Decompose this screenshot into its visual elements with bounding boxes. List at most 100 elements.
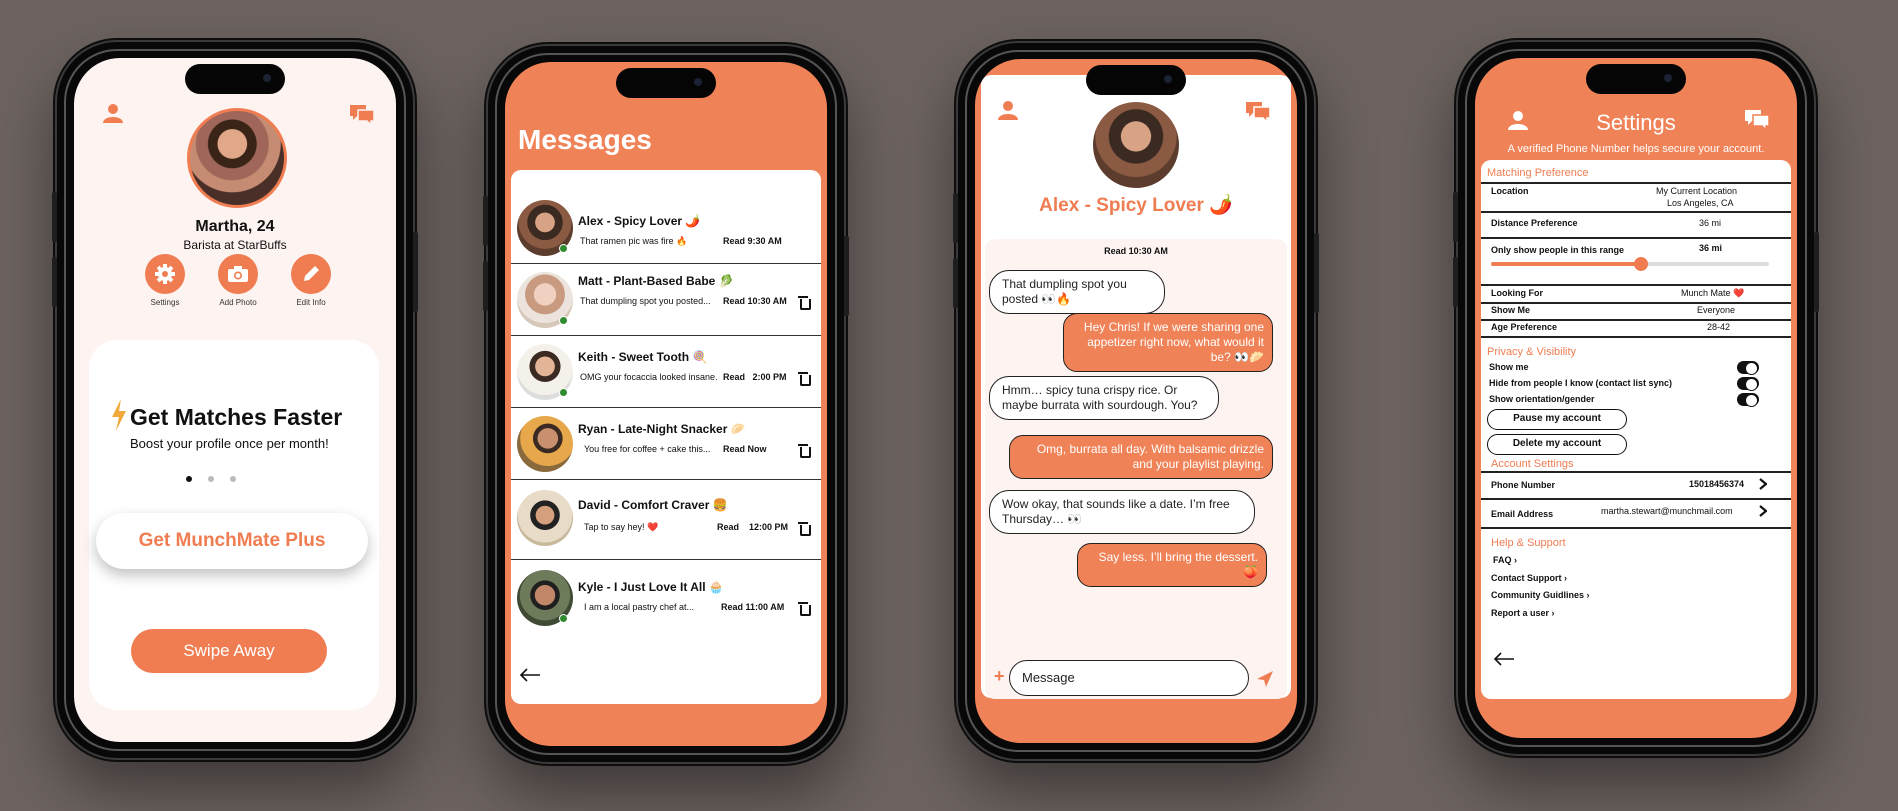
trash-icon[interactable] <box>798 444 811 458</box>
add-attachment-button[interactable]: + <box>994 666 1005 687</box>
range-slider-thumb[interactable] <box>1634 257 1649 271</box>
show-orientation-toggle[interactable] <box>1737 393 1759 407</box>
message-preview: You free for coffee + cake this... <box>584 444 711 454</box>
message-bubble-outgoing: Omg, burrata all day. With balsamic driz… <box>1009 435 1273 479</box>
carousel-dots[interactable] <box>186 476 236 482</box>
back-arrow-icon[interactable] <box>1493 652 1515 666</box>
distance-value: 36 mi <box>1699 218 1722 228</box>
pencil-icon <box>304 266 319 281</box>
message-preview: OMG your focaccia looked insane. <box>580 372 718 382</box>
message-preview: That dumpling spot you posted... <box>580 296 711 306</box>
trash-icon[interactable] <box>798 522 811 536</box>
account-header: Account Settings <box>1491 458 1574 470</box>
message-bubble-incoming: That dumpling spot you posted 👀🔥 <box>989 270 1165 314</box>
carousel-dot[interactable] <box>208 476 214 482</box>
edit-info-label: Edit Info <box>296 298 326 307</box>
location-row[interactable]: Location My Current Location Los Angeles… <box>1481 183 1791 209</box>
looking-for-row[interactable]: Looking For Munch Mate ❤️ <box>1481 286 1791 302</box>
phone-profile: Martha, 24 Barista at StarBuffs Settings… <box>52 42 418 758</box>
toggle-row: Show me <box>1481 360 1791 376</box>
contact-name: David - Comfort Craver 🍔 <box>578 498 728 512</box>
settings-action[interactable]: Settings <box>142 254 188 307</box>
messages-panel: Alex - Spicy Lover 🌶️ That ramen pic was… <box>511 170 821 704</box>
online-indicator <box>559 244 568 253</box>
message-status: Read 10:30 AM <box>723 296 787 306</box>
show-me-toggle[interactable] <box>1737 361 1759 375</box>
phone-chat: Alex - Spicy Lover 🌶️ Read 10:30 AM That… <box>953 43 1319 759</box>
back-arrow-icon[interactable] <box>519 668 541 682</box>
online-indicator <box>559 614 568 623</box>
read-receipt: Read 10:30 AM <box>1104 246 1168 256</box>
show-me-value: Everyone <box>1697 305 1736 315</box>
range-slider-fill <box>1491 262 1642 266</box>
add-photo-label: Add Photo <box>219 298 257 307</box>
avatar <box>517 416 573 472</box>
edit-info-action[interactable]: Edit Info <box>286 254 336 307</box>
delete-account-button[interactable]: Delete my account <box>1487 434 1627 455</box>
help-link-label: Contact Support <box>1491 573 1562 583</box>
dynamic-island <box>185 64 285 94</box>
contact-name: Kyle - I Just Love It All 🧁 <box>578 580 724 594</box>
message-status: Read Now <box>723 444 767 454</box>
age-row[interactable]: Age Preference 28-42 <box>1481 320 1791 336</box>
pause-account-button[interactable]: Pause my account <box>1487 409 1627 430</box>
trash-icon[interactable] <box>798 372 811 386</box>
email-row[interactable]: Email Address martha.stewart@munchmail.c… <box>1481 499 1791 527</box>
show-me-row[interactable]: Show Me Everyone <box>1481 303 1791 319</box>
distance-label: Distance Preference <box>1491 218 1578 228</box>
privacy-header: Privacy & Visibility <box>1487 346 1577 358</box>
message-input[interactable]: Message <box>1009 660 1249 696</box>
phone-value: 15018456374 <box>1689 479 1745 489</box>
chat-icon[interactable] <box>1245 101 1271 123</box>
carousel-dot-active[interactable] <box>186 476 192 482</box>
help-link-report[interactable]: Report a user › <box>1491 608 1555 618</box>
dynamic-island <box>616 68 716 98</box>
user-icon[interactable] <box>102 102 124 124</box>
list-item[interactable]: Matt - Plant-Based Babe 🥬 That dumpling … <box>511 264 821 336</box>
chevron-right-icon <box>1759 505 1767 517</box>
trash-icon[interactable] <box>798 296 811 310</box>
settings-panel: Matching Preference Location My Current … <box>1481 160 1791 699</box>
contact-name: Keith - Sweet Tooth 🍭 <box>578 350 708 364</box>
message-status: Read 11:00 AM <box>721 602 785 612</box>
profile-avatar <box>187 108 287 208</box>
camera-icon <box>228 266 248 282</box>
send-icon[interactable] <box>1256 670 1274 688</box>
trash-icon[interactable] <box>798 602 811 616</box>
range-slider[interactable] <box>1491 257 1769 271</box>
promo-subtitle: Boost your profile once per month! <box>130 436 329 451</box>
list-item[interactable]: Kyle - I Just Love It All 🧁 I am a local… <box>511 560 821 634</box>
message-status: Read 2:00 PM <box>723 372 787 382</box>
toggle-label: Show orientation/gender <box>1489 394 1595 404</box>
get-plus-button[interactable]: Get MunchMate Plus <box>96 513 368 569</box>
chevron-right-icon: › <box>1551 608 1555 618</box>
list-item[interactable]: Ryan - Late-Night Snacker 🥟 You free for… <box>511 408 821 480</box>
show-me-label: Show Me <box>1491 305 1531 315</box>
list-item[interactable]: Alex - Spicy Lover 🌶️ That ramen pic was… <box>511 180 821 264</box>
range-value: 36 mi <box>1699 243 1723 253</box>
list-item[interactable]: David - Comfort Craver 🍔 Tap to say hey!… <box>511 480 821 560</box>
help-link-contact[interactable]: Contact Support › <box>1491 573 1567 583</box>
swipe-away-button[interactable]: Swipe Away <box>131 629 327 673</box>
list-item[interactable]: Keith - Sweet Tooth 🍭 OMG your focaccia … <box>511 336 821 408</box>
looking-for-label: Looking For <box>1491 288 1543 298</box>
location-label: Location <box>1491 186 1529 196</box>
chevron-right-icon: › <box>1514 555 1518 565</box>
help-link-faq[interactable]: FAQ › <box>1493 555 1517 565</box>
help-link-guidelines[interactable]: Community Guidlines › <box>1491 590 1590 600</box>
hide-contacts-toggle[interactable] <box>1737 377 1759 391</box>
user-icon[interactable] <box>997 99 1019 121</box>
lightning-icon <box>112 399 126 431</box>
message-bubble-incoming: Wow okay, that sounds like a date. I’m f… <box>989 490 1255 534</box>
chat-icon[interactable] <box>349 104 375 126</box>
chevron-right-icon: › <box>1564 573 1568 583</box>
settings-title: Settings <box>1596 110 1676 135</box>
chat-thread: Read 10:30 AM That dumpling spot you pos… <box>985 239 1287 699</box>
phone-number-row[interactable]: Phone Number 15018456374 <box>1481 472 1791 498</box>
looking-for-value: Munch Mate ❤️ <box>1681 288 1745 298</box>
range-row: Only show people in this range 36 mi <box>1481 240 1791 284</box>
add-photo-action[interactable]: Add Photo <box>210 254 266 307</box>
distance-row[interactable]: Distance Preference 36 mi <box>1481 212 1791 236</box>
age-value: 28-42 <box>1707 322 1731 332</box>
carousel-dot[interactable] <box>230 476 236 482</box>
